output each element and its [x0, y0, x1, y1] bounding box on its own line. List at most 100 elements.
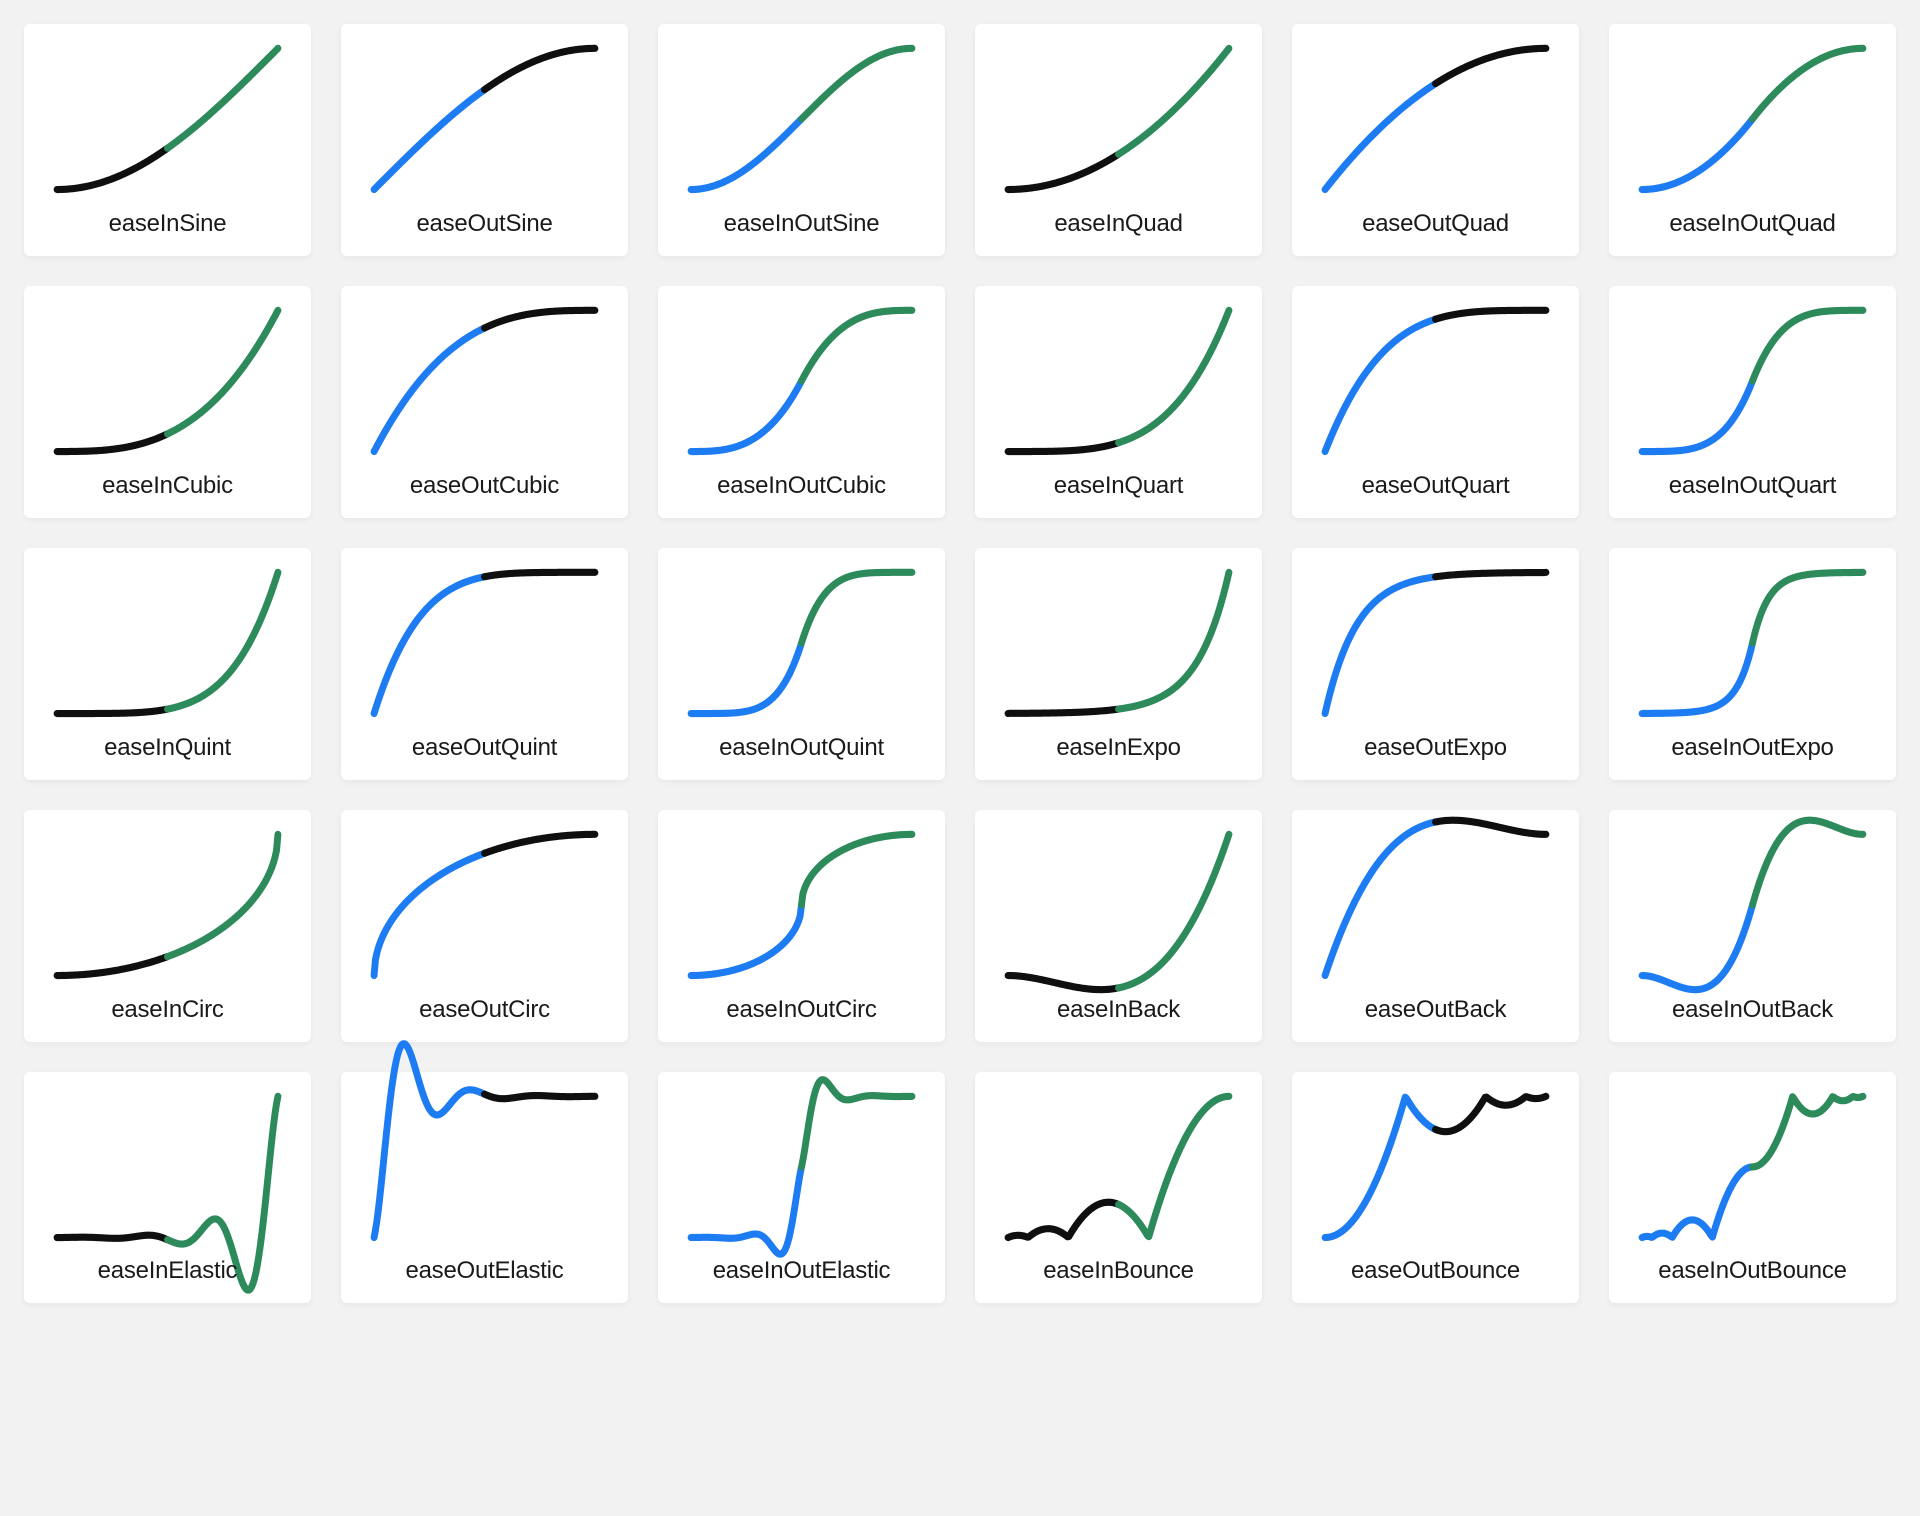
easing-card-easeInCubic[interactable]: easeInCubic	[24, 286, 311, 518]
curve-segment-1	[1325, 319, 1435, 451]
easing-curve	[1627, 824, 1878, 986]
easing-card-easeInOutCirc[interactable]: easeInOutCirc	[658, 810, 945, 1042]
easing-card-easeInOutSine[interactable]: easeInOutSine	[658, 24, 945, 256]
curve-segment-2	[802, 834, 912, 905]
curve-segment-2	[1119, 310, 1229, 442]
easing-card-easeInBack[interactable]: easeInBack	[975, 810, 1262, 1042]
easing-label: easeOutCirc	[419, 996, 550, 1024]
easing-label: easeInCirc	[111, 996, 223, 1024]
easing-curve	[42, 300, 293, 462]
easing-curve	[359, 38, 610, 200]
easing-curve	[1627, 38, 1878, 200]
easing-card-easeInOutExpo[interactable]: easeInOutExpo	[1609, 548, 1896, 780]
easing-label: easeOutQuint	[412, 734, 557, 762]
curve-segment-2	[1436, 310, 1546, 319]
curve-segment-2	[1753, 310, 1863, 381]
curve-segment-2	[1119, 572, 1229, 709]
easing-curve	[42, 562, 293, 724]
curve-segment-1	[691, 1166, 801, 1253]
curve-segment-2	[802, 1079, 912, 1166]
easing-label: easeInOutElastic	[713, 1257, 891, 1285]
easing-card-easeOutCirc[interactable]: easeOutCirc	[341, 810, 628, 1042]
easing-card-easeInOutCubic[interactable]: easeInOutCubic	[658, 286, 945, 518]
curve-segment-2	[1753, 572, 1863, 643]
easing-label: easeOutQuart	[1362, 472, 1510, 500]
curve-segment-1	[374, 853, 484, 975]
curve-segment-1	[1642, 381, 1752, 452]
easing-card-easeInOutBounce[interactable]: easeInOutBounce	[1609, 1072, 1896, 1304]
curve-segment-2	[1753, 1096, 1863, 1167]
easing-card-easeOutQuart[interactable]: easeOutQuart	[1292, 286, 1579, 518]
easing-card-easeInOutQuart[interactable]: easeInOutQuart	[1609, 286, 1896, 518]
curve-segment-1	[374, 1043, 484, 1237]
easing-label: easeInQuad	[1054, 210, 1182, 238]
easing-card-easeInElastic[interactable]: easeInElastic	[24, 1072, 311, 1304]
easing-curve	[1627, 300, 1878, 462]
easing-label: easeInOutBack	[1672, 996, 1833, 1024]
easing-curve	[993, 1086, 1244, 1248]
easing-curve	[42, 824, 293, 986]
curve-segment-2	[1436, 1096, 1546, 1131]
easing-card-easeInExpo[interactable]: easeInExpo	[975, 548, 1262, 780]
easing-card-easeOutExpo[interactable]: easeOutExpo	[1292, 548, 1579, 780]
curve-segment-2	[802, 310, 912, 381]
curve-segment-1	[1325, 1097, 1435, 1237]
easing-label: easeInOutSine	[724, 210, 880, 238]
curve-segment-1	[57, 709, 167, 713]
easing-card-easeOutElastic[interactable]: easeOutElastic	[341, 1072, 628, 1304]
easing-label: easeInQuint	[104, 734, 231, 762]
easing-label: easeInQuart	[1054, 472, 1183, 500]
curve-segment-1	[57, 434, 167, 452]
easing-label: easeInOutExpo	[1671, 734, 1833, 762]
easing-card-easeInOutQuad[interactable]: easeInOutQuad	[1609, 24, 1896, 256]
easing-card-easeInQuint[interactable]: easeInQuint	[24, 548, 311, 780]
easing-label: easeOutExpo	[1364, 734, 1507, 762]
easing-card-easeInOutQuint[interactable]: easeInOutQuint	[658, 548, 945, 780]
curve-segment-1	[1325, 84, 1435, 190]
easing-curve	[993, 562, 1244, 724]
curve-segment-2	[1119, 48, 1229, 154]
easing-curve	[359, 824, 610, 986]
easing-label: easeInCubic	[102, 472, 233, 500]
easing-curve	[676, 1086, 927, 1248]
easing-card-easeInOutElastic[interactable]: easeInOutElastic	[658, 1072, 945, 1304]
easing-label: easeInOutCirc	[726, 996, 876, 1024]
curve-segment-1	[1008, 1202, 1118, 1237]
easing-label: easeInOutQuad	[1669, 210, 1835, 238]
easing-card-easeInQuart[interactable]: easeInQuart	[975, 286, 1262, 518]
curve-segment-2	[485, 572, 595, 576]
easing-card-easeOutBack[interactable]: easeOutBack	[1292, 810, 1579, 1042]
easing-card-easeOutBounce[interactable]: easeOutBounce	[1292, 1072, 1579, 1304]
curve-segment-2	[1119, 1096, 1229, 1236]
curve-segment-1	[374, 328, 484, 452]
easing-card-easeOutQuint[interactable]: easeOutQuint	[341, 548, 628, 780]
easing-label: easeOutSine	[416, 210, 552, 238]
easing-label: easeInOutQuint	[719, 734, 884, 762]
curve-segment-1	[1008, 975, 1118, 989]
easing-card-easeOutSine[interactable]: easeOutSine	[341, 24, 628, 256]
curve-segment-2	[1119, 834, 1229, 988]
easing-curve	[1310, 562, 1561, 724]
curve-segment-1	[691, 381, 801, 452]
curve-segment-2	[1436, 572, 1546, 576]
curve-segment-1	[1325, 577, 1435, 714]
curve-segment-1	[1008, 443, 1118, 452]
curve-segment-1	[691, 119, 801, 190]
easing-card-easeInQuad[interactable]: easeInQuad	[975, 24, 1262, 256]
curve-segment-1	[1642, 119, 1752, 190]
easing-card-easeInSine[interactable]: easeInSine	[24, 24, 311, 256]
curve-segment-2	[485, 48, 595, 89]
curve-segment-1	[1008, 709, 1118, 713]
easing-label: easeOutBack	[1365, 996, 1506, 1024]
easing-card-easeOutQuad[interactable]: easeOutQuad	[1292, 24, 1579, 256]
curve-segment-1	[57, 148, 167, 189]
curve-segment-2	[168, 310, 278, 434]
easing-card-easeInBounce[interactable]: easeInBounce	[975, 1072, 1262, 1304]
curve-segment-1	[1325, 822, 1435, 976]
easing-label: easeOutBounce	[1351, 1257, 1520, 1285]
easing-card-easeInCirc[interactable]: easeInCirc	[24, 810, 311, 1042]
curve-segment-1	[57, 956, 167, 975]
easing-curve	[359, 1086, 610, 1248]
easing-card-easeOutCubic[interactable]: easeOutCubic	[341, 286, 628, 518]
easing-card-easeInOutBack[interactable]: easeInOutBack	[1609, 810, 1896, 1042]
